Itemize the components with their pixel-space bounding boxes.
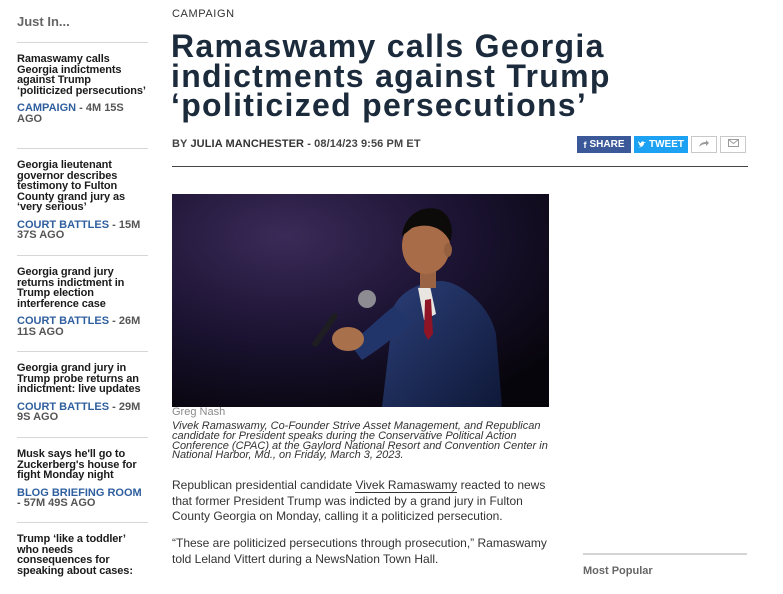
ramaswamy-link[interactable]: Vivek Ramaswamy [355, 478, 458, 493]
rail-item-meta: COURT BATTLES - 26M 11S AGO [17, 316, 148, 337]
twitter-icon [638, 140, 646, 150]
sidebar-divider [583, 553, 747, 555]
rail-item-headline[interactable]: Georgia grand jury in Trump probe return… [17, 363, 148, 395]
twitter-share-label: TWEET [649, 139, 684, 150]
rail-item-headline[interactable]: Georgia grand jury returns indictment in… [17, 266, 148, 309]
rail-item[interactable]: Ramaswamy calls Georgia indictments agai… [17, 42, 148, 124]
article-kicker[interactable]: CAMPAIGN [172, 8, 235, 20]
rail-item[interactable]: Georgia grand jury returns indictment in… [17, 255, 148, 337]
byline-date: - 08/14/23 9:56 PM ET [304, 138, 421, 150]
byline-author[interactable]: JULIA MANCHESTER [190, 138, 304, 150]
article-paragraph: “These are politicized persecutions thro… [172, 536, 547, 566]
rail-item-headline[interactable]: Musk says he'll go to Zuckerberg's house… [17, 449, 148, 481]
rail-item-meta: BLOG BRIEFING ROOM - 57M 49S AGO [17, 487, 148, 510]
rail-item-age: - 57M 49S AGO [17, 497, 96, 510]
share-link-button[interactable] [691, 136, 717, 153]
email-button[interactable] [720, 136, 746, 153]
paragraph-text: Republican presidential candidate [172, 478, 356, 492]
share-buttons: f SHARE TWEET [577, 136, 746, 153]
photo-caption: Vivek Ramaswamy, Co-Founder Strive Asset… [172, 420, 548, 462]
rail-item-meta: COURT BATTLES - 29M 9S AGO [17, 401, 148, 423]
rail-item[interactable]: Musk says he'll go to Zuckerberg's house… [17, 437, 148, 509]
rail-item[interactable]: Georgia grand jury in Trump probe return… [17, 351, 148, 423]
rail-item-headline[interactable]: Trump ‘like a toddler’ who needs consequ… [17, 533, 148, 576]
rail-item-headline[interactable]: Ramaswamy calls Georgia indictments agai… [17, 53, 148, 96]
rail-item[interactable]: Georgia lieutenant governor describes te… [17, 148, 148, 241]
most-popular-heading: Most Popular [583, 565, 653, 577]
twitter-share-button[interactable]: TWEET [634, 136, 688, 153]
facebook-share-button[interactable]: f SHARE [577, 136, 631, 153]
rail-item[interactable]: Trump ‘like a toddler’ who needs consequ… [17, 522, 148, 576]
header-divider [172, 166, 748, 167]
byline: BY JULIA MANCHESTER - 08/14/23 9:56 PM E… [172, 138, 421, 150]
article-paragraph: Republican presidential candidate Vivek … [172, 478, 557, 525]
byline-prefix: BY [172, 138, 191, 150]
article-headline: Ramaswamy calls Georgia indictments agai… [171, 28, 611, 123]
envelope-icon [727, 139, 739, 150]
rail-item-headline[interactable]: Georgia lieutenant governor describes te… [17, 160, 148, 213]
facebook-share-label: SHARE [589, 139, 625, 150]
share-arrow-icon [698, 139, 710, 151]
article-photo [172, 194, 549, 407]
photo-credit: Greg Nash [172, 406, 226, 418]
rail-item-meta: COURT BATTLES - 15M 37S AGO [17, 219, 148, 241]
rail-item-meta: CAMPAIGN - 4M 15S AGO [17, 103, 148, 124]
rail-title: Just In... [17, 14, 70, 29]
facebook-icon: f [583, 139, 587, 150]
